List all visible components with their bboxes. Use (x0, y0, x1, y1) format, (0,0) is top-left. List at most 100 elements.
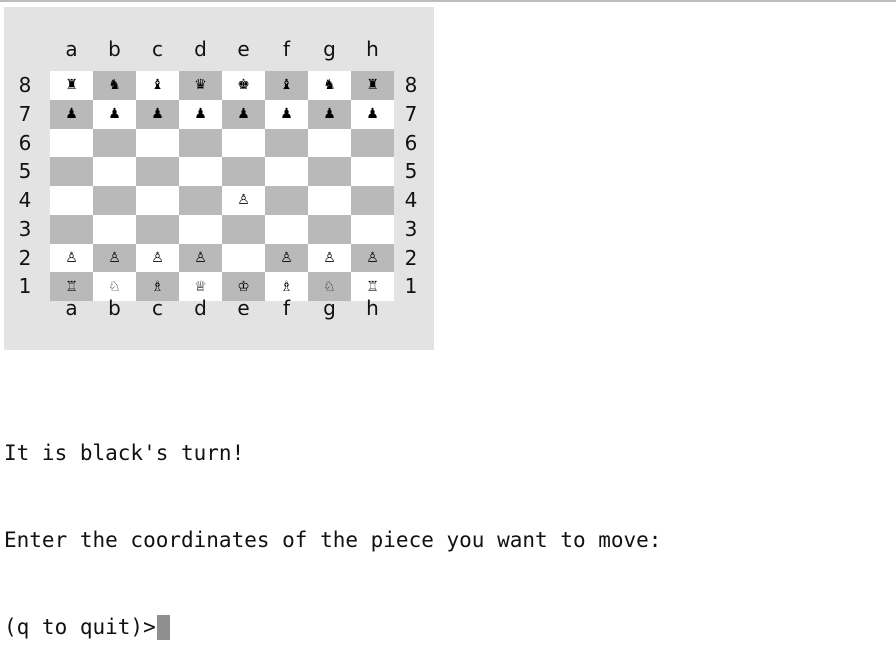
piece-h7[interactable]: ♟ (366, 107, 379, 121)
piece-f8[interactable]: ♝ (280, 78, 293, 92)
file-label-top-d: d (194, 37, 207, 61)
square-h8[interactable]: ♜ (351, 71, 394, 100)
square-h2[interactable]: ♙ (351, 243, 394, 273)
piece-a8[interactable]: ♜ (65, 78, 78, 92)
square-d2[interactable]: ♙ (179, 243, 222, 273)
piece-g1[interactable]: ♘ (323, 280, 336, 294)
instruction-message: Enter the coordinates of the piece you w… (4, 528, 662, 552)
square-d6[interactable] (179, 128, 222, 158)
piece-c7[interactable]: ♟ (151, 107, 164, 121)
square-f3[interactable] (265, 214, 308, 244)
square-f4[interactable] (265, 186, 308, 215)
piece-c2[interactable]: ♙ (151, 251, 164, 265)
square-a5[interactable] (50, 157, 93, 186)
square-b3[interactable] (93, 214, 136, 244)
square-a7[interactable]: ♟ (50, 99, 93, 129)
piece-b1[interactable]: ♘ (108, 280, 121, 294)
piece-c8[interactable]: ♝ (151, 78, 164, 92)
square-e8[interactable]: ♚ (222, 71, 265, 100)
square-h5[interactable] (351, 157, 394, 186)
square-g5[interactable] (308, 157, 351, 186)
square-a8[interactable]: ♜ (50, 71, 93, 100)
rank-label-right-7: 7 (404, 101, 418, 126)
square-h7[interactable]: ♟ (351, 99, 394, 129)
square-g7[interactable]: ♟ (308, 99, 351, 129)
square-c7[interactable]: ♟ (136, 99, 179, 129)
square-f6[interactable] (265, 128, 308, 158)
square-h6[interactable] (351, 128, 394, 158)
square-c2[interactable]: ♙ (136, 243, 179, 273)
piece-b7[interactable]: ♟ (108, 107, 121, 121)
file-label-bottom-e: e (237, 296, 250, 320)
square-e4[interactable]: ♙ (222, 186, 265, 215)
piece-e8[interactable]: ♚ (237, 78, 250, 92)
square-h4[interactable] (351, 186, 394, 215)
rank-label-left-2: 2 (18, 245, 32, 270)
piece-b8[interactable]: ♞ (108, 78, 121, 92)
piece-e7[interactable]: ♟ (237, 107, 250, 121)
square-f2[interactable]: ♙ (265, 243, 308, 273)
square-a2[interactable]: ♙ (50, 243, 93, 273)
piece-f1[interactable]: ♗ (280, 280, 293, 294)
turn-message: It is black's turn! (4, 441, 245, 465)
piece-d8[interactable]: ♛ (194, 78, 207, 92)
square-g2[interactable]: ♙ (308, 243, 351, 273)
piece-h1[interactable]: ♖ (366, 280, 379, 294)
square-d4[interactable] (179, 186, 222, 215)
square-a6[interactable] (50, 128, 93, 158)
square-b5[interactable] (93, 157, 136, 186)
square-d8[interactable]: ♛ (179, 71, 222, 100)
chess-board-panel: ♜ ♞ ♝ ♛ ♚ ♝ ♞ ♜ ♟ ♟ ♟ ♟ ♟ ♟ ♟ ♟ ♙ ♙ ♙ ♙ ♙ ♙ ♙ ♙ ♖ ♘ ♗ ♕ ♔ ♗ ♘ ♖ a a b b c c d… (4, 7, 434, 350)
square-d3[interactable] (179, 214, 222, 244)
piece-a7[interactable]: ♟ (65, 107, 78, 121)
prompt-line[interactable]: (q to quit)> (4, 613, 661, 642)
piece-e4[interactable]: ♙ (237, 193, 250, 207)
square-f5[interactable] (265, 157, 308, 186)
piece-e1[interactable]: ♔ (237, 280, 250, 294)
square-a4[interactable] (50, 186, 93, 215)
square-b6[interactable] (93, 128, 136, 158)
square-c3[interactable] (136, 214, 179, 244)
terminal-output: It is black's turn! Enter the coordinate… (4, 381, 661, 671)
square-b2[interactable]: ♙ (93, 243, 136, 273)
square-h3[interactable] (351, 214, 394, 244)
square-c5[interactable] (136, 157, 179, 186)
square-g6[interactable] (308, 128, 351, 158)
square-f7[interactable]: ♟ (265, 99, 308, 129)
square-b4[interactable] (93, 186, 136, 215)
piece-a2[interactable]: ♙ (65, 251, 78, 265)
piece-d1[interactable]: ♕ (194, 280, 207, 294)
square-b8[interactable]: ♞ (93, 71, 136, 100)
piece-f7[interactable]: ♟ (280, 107, 293, 121)
square-a3[interactable] (50, 214, 93, 244)
square-f8[interactable]: ♝ (265, 71, 308, 100)
piece-f2[interactable]: ♙ (280, 251, 293, 265)
square-e2[interactable] (222, 243, 265, 273)
square-d5[interactable] (179, 157, 222, 186)
square-c4[interactable] (136, 186, 179, 215)
text-cursor[interactable] (156, 615, 170, 640)
square-c8[interactable]: ♝ (136, 71, 179, 100)
piece-b2[interactable]: ♙ (108, 251, 121, 265)
square-e3[interactable] (222, 214, 265, 244)
square-e5[interactable] (222, 157, 265, 186)
rank-label-right-5: 5 (404, 159, 418, 184)
square-g3[interactable] (308, 214, 351, 244)
square-d7[interactable]: ♟ (179, 99, 222, 129)
piece-d7[interactable]: ♟ (194, 107, 207, 121)
piece-g7[interactable]: ♟ (323, 107, 336, 121)
piece-g8[interactable]: ♞ (323, 78, 336, 92)
square-b7[interactable]: ♟ (93, 99, 136, 129)
piece-h2[interactable]: ♙ (366, 251, 379, 265)
piece-h8[interactable]: ♜ (366, 78, 379, 92)
square-c6[interactable] (136, 128, 179, 158)
square-e6[interactable] (222, 128, 265, 158)
piece-d2[interactable]: ♙ (194, 251, 207, 265)
piece-a1[interactable]: ♖ (65, 280, 78, 294)
square-g8[interactable]: ♞ (308, 71, 351, 100)
piece-g2[interactable]: ♙ (323, 251, 336, 265)
square-g4[interactable] (308, 186, 351, 215)
chess-board: ♜ ♞ ♝ ♛ ♚ ♝ ♞ ♜ ♟ ♟ ♟ ♟ ♟ ♟ ♟ ♟ ♙ ♙ ♙ ♙ ♙ ♙ ♙ ♙ ♖ ♘ ♗ ♕ ♔ ♗ ♘ ♖ (50, 71, 394, 301)
square-e7[interactable]: ♟ (222, 99, 265, 129)
piece-c1[interactable]: ♗ (151, 280, 164, 294)
